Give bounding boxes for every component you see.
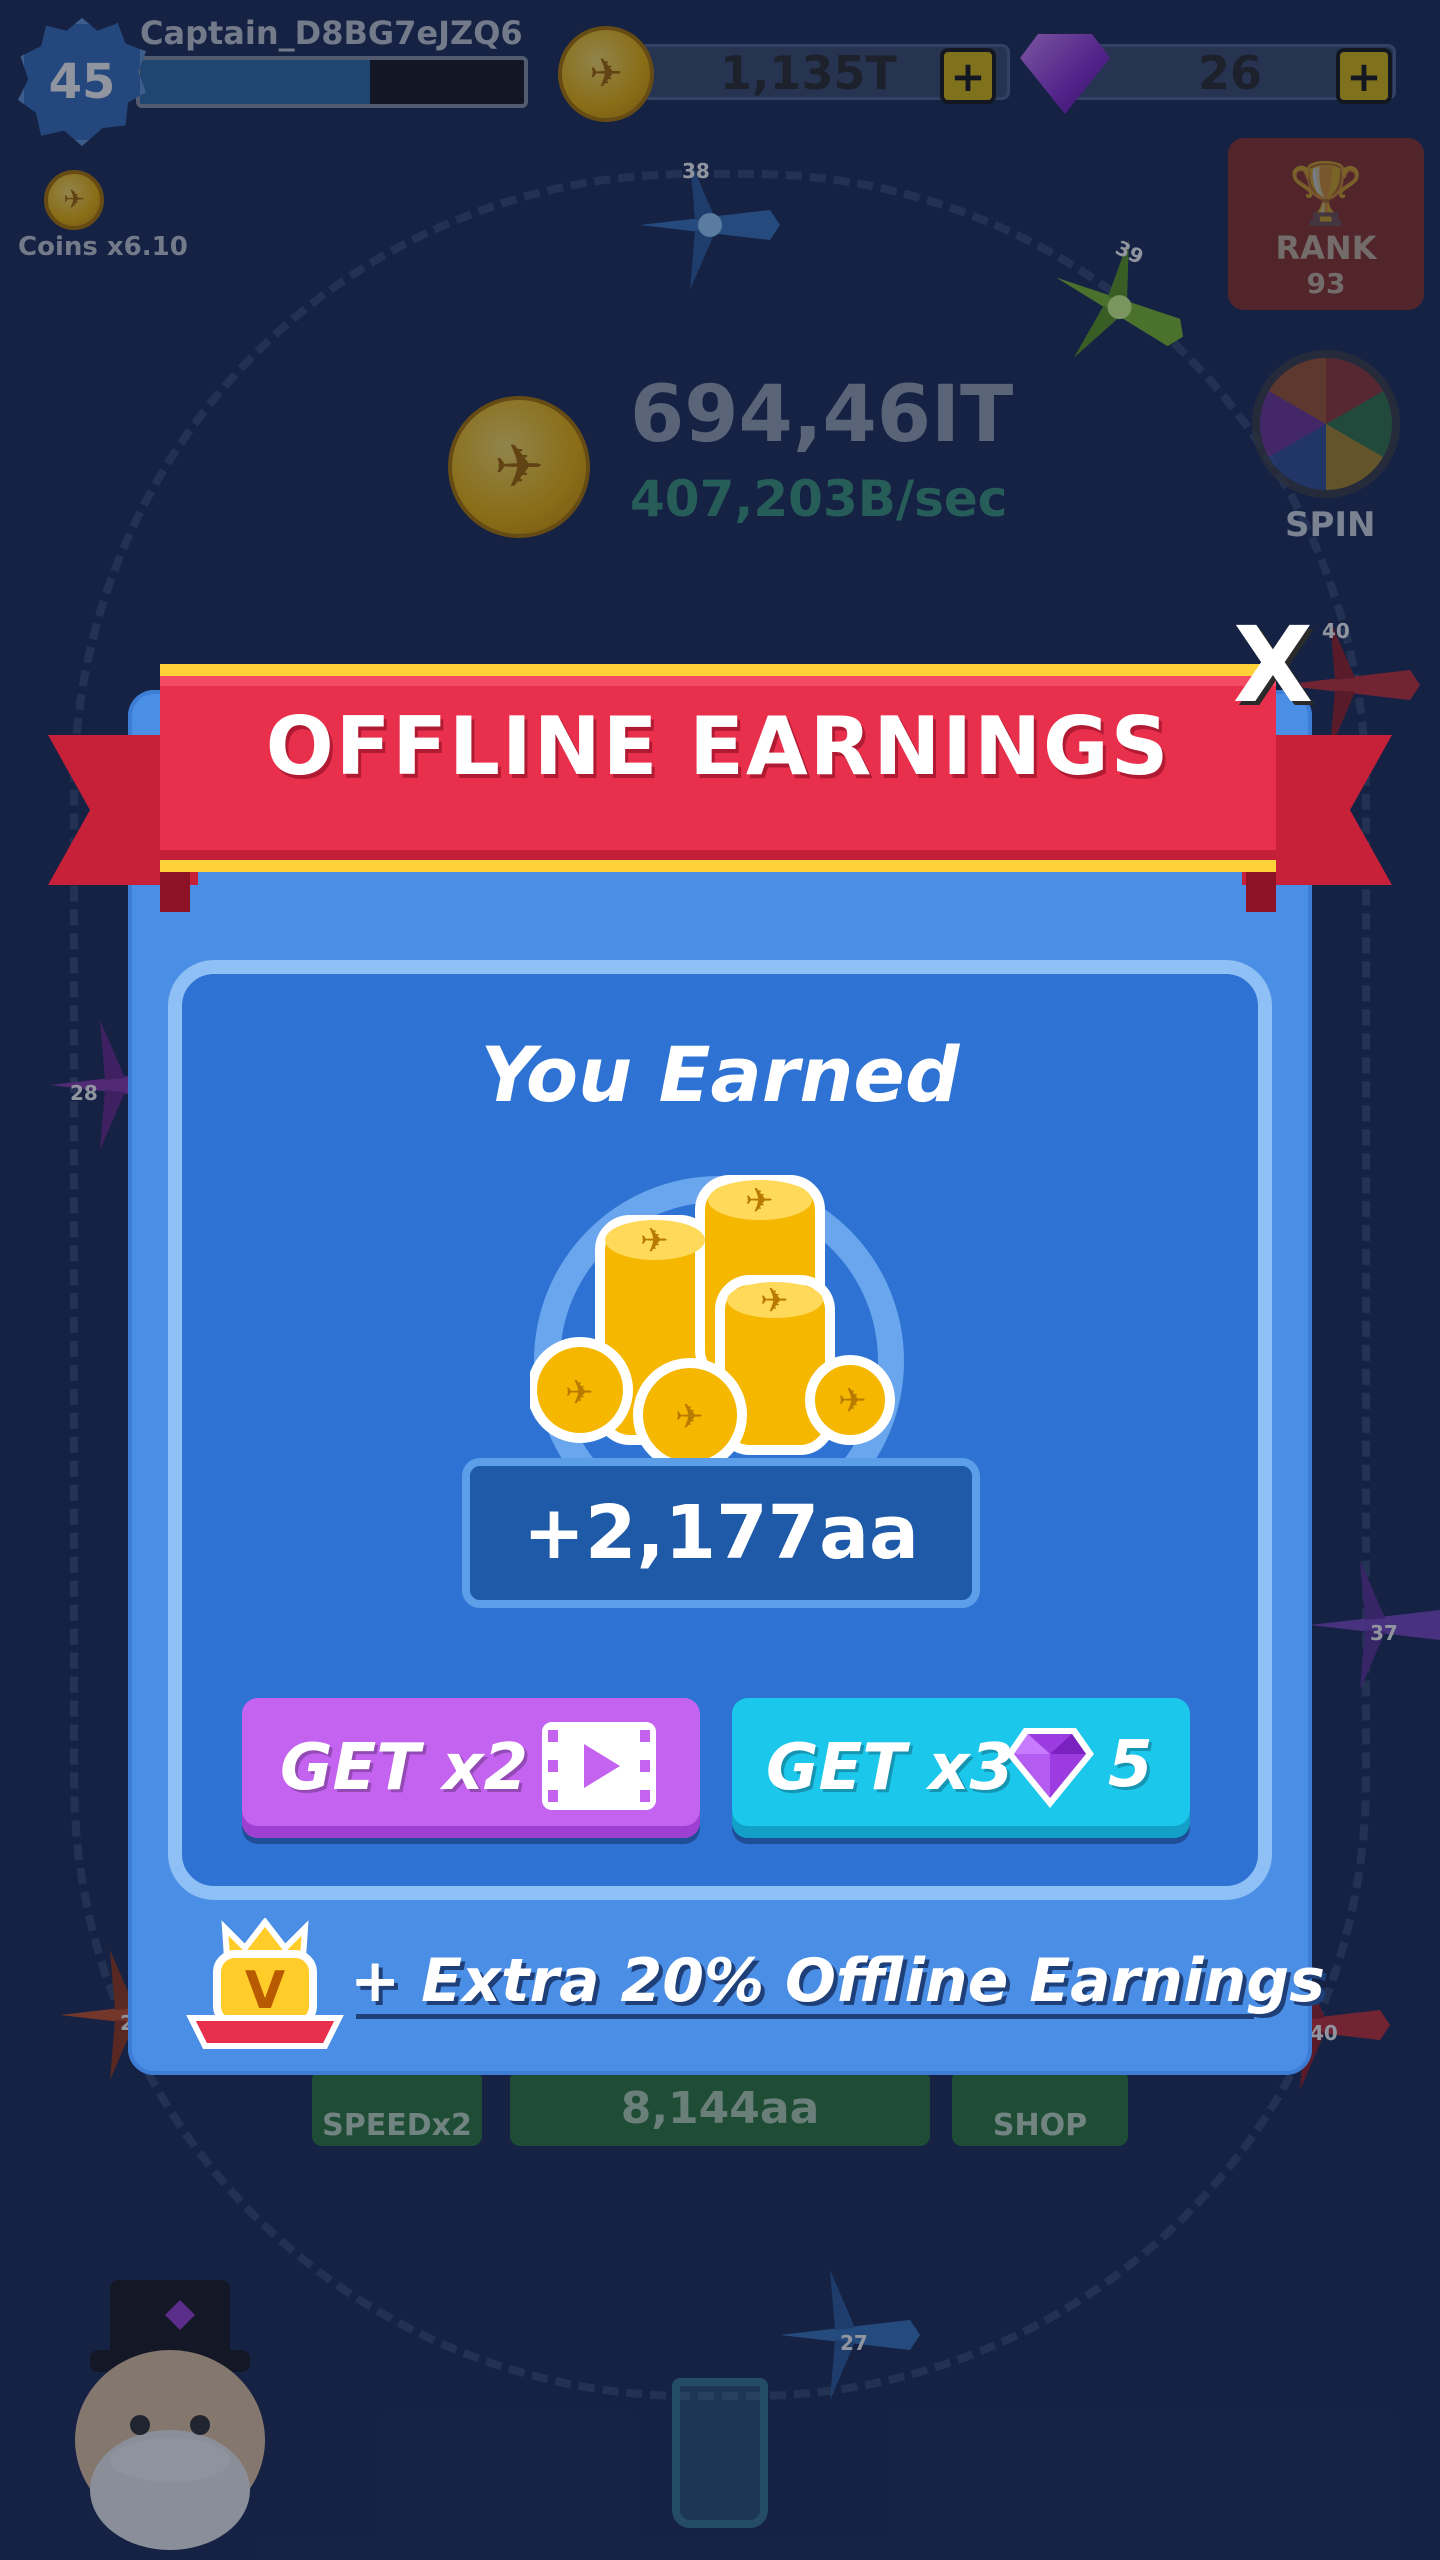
coin-pile-icon: ✈ ✈ ✈ ✈ ✈ ✈ — [530, 1175, 895, 1460]
purple-gem-icon — [1006, 1728, 1094, 1808]
get-x3-gem-cost: 5 — [1108, 1728, 1153, 1802]
get-x3-label: GET x3 — [766, 1731, 1014, 1805]
vip-letter: V — [245, 1961, 285, 2021]
svg-text:✈: ✈ — [565, 1373, 594, 1413]
get-x2-label: GET x2 — [280, 1731, 528, 1805]
svg-text:✈: ✈ — [675, 1397, 704, 1437]
video-ad-icon — [542, 1722, 656, 1810]
close-button[interactable]: X — [1228, 604, 1318, 726]
ribbon-fold-left — [160, 872, 190, 912]
dialog-title: OFFLINE EARNINGS — [265, 700, 1171, 793]
vip-extra-underline — [356, 2014, 1254, 2019]
vip-extra-earnings-link[interactable]: + Extra 20% Offline Earnings — [350, 1946, 1325, 2016]
svg-text:✈: ✈ — [838, 1381, 867, 1421]
get-x2-button[interactable]: GET x2 — [242, 1698, 700, 1838]
svg-text:✈: ✈ — [760, 1281, 789, 1321]
svg-text:✈: ✈ — [640, 1221, 669, 1261]
earned-amount-box: +2,177aa — [462, 1458, 980, 1608]
earned-amount: +2,177aa — [523, 1490, 919, 1576]
vip-crown-badge-icon: V — [186, 1918, 344, 2049]
get-x3-button[interactable]: GET x3 5 — [732, 1698, 1190, 1838]
you-earned-heading: You Earned — [480, 1030, 960, 1119]
svg-text:✈: ✈ — [745, 1181, 774, 1221]
ribbon-fold-right — [1246, 872, 1276, 912]
